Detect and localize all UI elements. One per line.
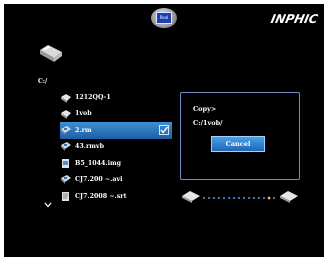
destination-folder-icon	[280, 191, 298, 203]
folder-icon	[40, 45, 62, 62]
brand-text: INPHIC	[269, 12, 320, 26]
list-item-label: 2.rm	[75, 126, 92, 134]
copy-title: Copy>	[193, 105, 217, 113]
progress-marker	[267, 196, 271, 200]
scroll-down-icon[interactable]	[44, 202, 52, 208]
copy-destination: C:/1vob/	[193, 119, 223, 127]
video-file-icon	[61, 142, 71, 152]
progress-dots	[202, 196, 276, 200]
list-item-2-rm-selected[interactable]: 2.rm	[60, 122, 172, 139]
list-item-cj7-2008-srt[interactable]: CJ7.2008 ~.srt	[60, 188, 172, 205]
checkmark-icon[interactable]	[159, 125, 169, 135]
folder-icon	[61, 110, 71, 120]
list-item-label: 1212QQ-1	[75, 93, 111, 101]
brand-logo: INPHIC	[269, 12, 320, 26]
text-file-icon	[62, 191, 69, 201]
app-logo: Real	[151, 8, 177, 28]
image-file-icon	[62, 158, 69, 168]
list-item-43-rmvb[interactable]: 43.rmvb	[60, 139, 172, 156]
video-file-icon	[61, 175, 71, 185]
app-logo-label: Real	[156, 12, 172, 24]
list-item-1vob[interactable]: 1vob	[60, 106, 172, 123]
list-item-label: B5_1044.img	[75, 159, 122, 167]
copy-progress-animation	[182, 191, 298, 203]
media-player-screen: Real INPHIC C:/ 1212QQ-1 1vob 2.rm 43.rm…	[4, 4, 324, 257]
list-item-label: CJ7.200 ~.avi	[75, 176, 123, 184]
list-item-cj7-200-avi[interactable]: CJ7.200 ~.avi	[60, 172, 172, 189]
file-list: 1212QQ-1 1vob 2.rm 43.rmvb B5_1044.img C…	[60, 89, 172, 205]
cancel-button[interactable]: Cancel	[211, 136, 265, 152]
list-item-label: CJ7.2008 ~.srt	[75, 192, 127, 200]
list-item-1212qq-1[interactable]: 1212QQ-1	[60, 89, 172, 106]
source-folder-icon	[182, 191, 200, 203]
copy-dialog: Copy> C:/1vob/ Cancel	[180, 92, 300, 180]
video-file-icon	[61, 125, 71, 135]
list-item-label: 1vob	[75, 110, 92, 118]
folder-icon	[61, 93, 71, 103]
list-item-label: 43.rmvb	[75, 143, 104, 151]
list-item-b5-1044-img[interactable]: B5_1044.img	[60, 155, 172, 172]
current-path: C:/	[38, 78, 48, 85]
